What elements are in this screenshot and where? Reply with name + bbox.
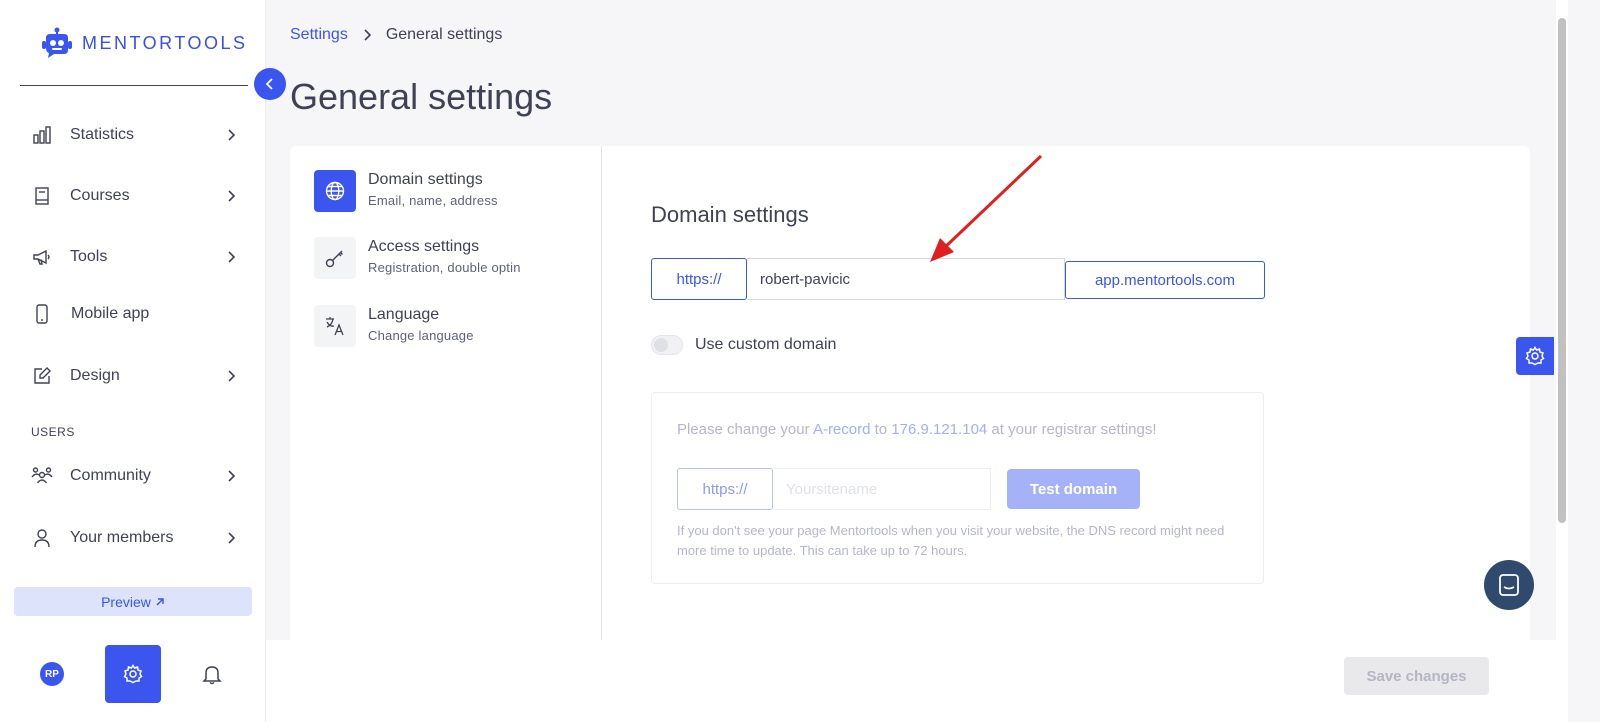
ip-address: 176.9.121.104 — [891, 421, 988, 438]
sidebar-item-statistics[interactable]: Statistics — [30, 120, 238, 150]
brand-name: MENTORTOOLS — [82, 32, 248, 53]
external-link-icon — [156, 597, 164, 605]
sidebar-item-label: Community — [70, 467, 151, 484]
a-record-link: A-record — [812, 421, 871, 438]
sidebar-divider — [20, 85, 248, 86]
sidebar-item-courses[interactable]: Courses — [30, 181, 238, 211]
key-icon — [314, 237, 356, 279]
menu-item-subtitle: Email, name, address — [368, 193, 498, 208]
sidebar-item-your-members[interactable]: Your members — [30, 523, 238, 553]
settings-card: Domain settings Email, name, address Acc… — [290, 146, 1530, 646]
notice-text-2: to — [870, 421, 892, 438]
menu-item-title: Language — [368, 306, 440, 323]
gear-icon — [123, 664, 143, 684]
gear-icon — [1525, 346, 1545, 366]
translate-icon — [314, 305, 356, 347]
preview-button[interactable]: Preview — [14, 587, 252, 616]
dns-notice: Please change your A-record to 176.9.121… — [677, 421, 1157, 438]
robot-logo-icon — [42, 27, 72, 58]
sidebar: MENTORTOOLS Statistics Courses Tools Mob… — [0, 0, 266, 722]
scrollbar-thumb[interactable] — [1558, 18, 1566, 523]
notifications-button[interactable] — [201, 663, 223, 690]
card-divider — [601, 146, 602, 640]
chevron-right-icon — [228, 370, 236, 382]
sidebar-item-label: Tools — [70, 248, 108, 265]
custom-domain-input[interactable] — [773, 468, 991, 510]
sidebar-item-mobile-app[interactable]: Mobile app — [30, 299, 238, 329]
book-icon — [30, 184, 54, 208]
sidebar-item-label: Statistics — [70, 126, 135, 143]
custom-domain-panel: Please change your A-record to 176.9.121… — [651, 392, 1264, 584]
chevron-right-icon — [228, 532, 236, 544]
test-domain-button[interactable]: Test domain — [1007, 469, 1140, 509]
menu-item-domain-settings[interactable]: Domain settings Email, name, address — [314, 170, 498, 212]
domain-section-title: Domain settings — [651, 202, 809, 227]
user-icon — [30, 526, 54, 550]
sidebar-item-tools[interactable]: Tools — [30, 242, 238, 272]
page-title: General settings — [290, 76, 553, 117]
sidebar-item-label: Mobile app — [71, 305, 150, 322]
mobile-icon — [30, 302, 54, 326]
brand-logo[interactable]: MENTORTOOLS — [40, 26, 248, 60]
community-icon — [30, 464, 54, 488]
toggle-knob — [654, 338, 668, 352]
megaphone-icon — [30, 245, 54, 269]
sidebar-item-label: Courses — [70, 187, 130, 204]
floating-settings-button[interactable] — [1516, 337, 1554, 375]
chevron-right-icon — [228, 129, 236, 141]
custom-domain-label: Use custom domain — [695, 336, 837, 353]
dns-help-text: If you don't see your page Mentortools w… — [677, 523, 1225, 558]
sidebar-item-label: Design — [70, 367, 120, 384]
chat-icon — [1499, 574, 1519, 596]
bar-chart-icon — [30, 123, 54, 147]
custom-domain-toggle-row[interactable]: Use custom domain — [651, 335, 836, 355]
preview-label: Preview — [101, 593, 151, 610]
globe-icon — [314, 170, 356, 212]
domain-suffix: app.mentortools.com — [1065, 261, 1265, 299]
menu-item-subtitle: Change language — [368, 328, 474, 343]
chat-widget-button[interactable] — [1484, 560, 1534, 610]
menu-item-title: Domain settings — [368, 171, 483, 188]
pencil-icon — [30, 364, 54, 388]
settings-button[interactable] — [105, 645, 161, 703]
save-changes-button[interactable]: Save changes — [1344, 657, 1489, 695]
domain-input-group: https:// app.mentortools.com — [651, 258, 1265, 300]
breadcrumb-current: General settings — [385, 26, 503, 43]
menu-item-subtitle: Registration, double optin — [368, 260, 521, 275]
avatar[interactable]: RP — [40, 662, 64, 686]
sidebar-item-label: Your members — [70, 529, 174, 546]
breadcrumb-settings-link[interactable]: Settings — [290, 26, 348, 44]
custom-domain-toggle[interactable] — [651, 335, 683, 355]
users-section-label: USERS — [31, 425, 75, 439]
chevron-right-icon — [228, 470, 236, 482]
breadcrumb: Settings General settings — [290, 26, 502, 44]
domain-prefix: https:// — [651, 258, 747, 300]
notice-text-3: at your registrar settings! — [987, 421, 1157, 438]
collapse-sidebar-button[interactable] — [254, 68, 286, 100]
menu-item-title: Access settings — [368, 238, 480, 255]
bell-icon — [202, 666, 222, 685]
subdomain-input[interactable] — [747, 258, 1065, 300]
menu-item-language[interactable]: Language Change language — [314, 305, 474, 347]
chevron-right-icon — [228, 251, 236, 263]
custom-domain-prefix: https:// — [677, 468, 773, 510]
chevron-right-icon — [228, 190, 236, 202]
sidebar-item-design[interactable]: Design — [30, 361, 238, 391]
notice-text-1: Please change your — [677, 421, 813, 438]
sidebar-item-community[interactable]: Community — [30, 461, 238, 491]
custom-domain-input-group: https:// Test domain — [677, 468, 1140, 510]
menu-item-access-settings[interactable]: Access settings Registration, double opt… — [314, 237, 521, 279]
page-scrollbar[interactable] — [1556, 0, 1568, 722]
chevron-left-icon — [265, 78, 273, 90]
chevron-right-icon — [364, 29, 371, 41]
